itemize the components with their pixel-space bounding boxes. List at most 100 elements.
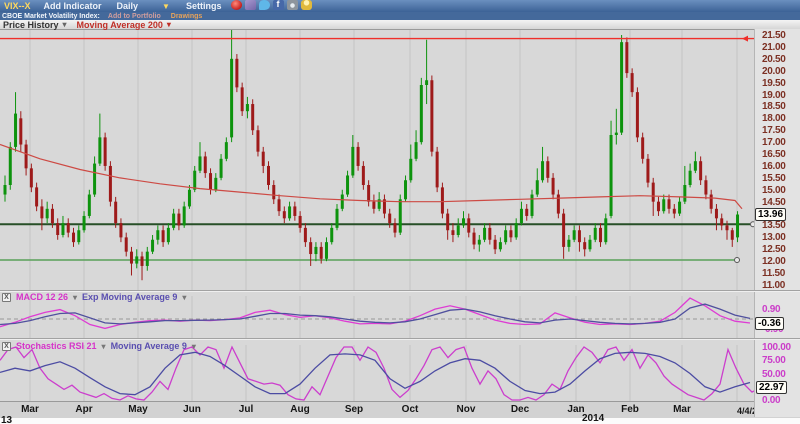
stoch-series-stochrsi — [0, 347, 756, 400]
price-tick-label: 12.00 — [762, 256, 786, 267]
twitter-bird-icon[interactable] — [259, 0, 270, 10]
drawings-link[interactable]: Drawings — [171, 13, 203, 20]
chevron-down-icon[interactable]: ▼ — [162, 2, 170, 11]
purple-box-icon[interactable] — [245, 0, 256, 10]
candle-body — [135, 256, 138, 263]
chevron-down-icon[interactable]: ▾ — [192, 342, 196, 351]
candle-body — [267, 166, 270, 185]
price-tick-label: 16.00 — [762, 161, 786, 172]
macd-overlay-dropdown[interactable]: Exp Moving Average 9 — [82, 292, 177, 302]
period-dropdown[interactable]: Daily — [117, 1, 139, 11]
price-tick-label: 20.00 — [762, 66, 786, 77]
candle-body — [341, 195, 344, 209]
candle-body — [615, 133, 618, 135]
macd-panel-header: X MACD 12 26 ▾ Exp Moving Average 9 ▾ — [2, 292, 186, 302]
month-label: Oct — [402, 404, 419, 415]
candle-body — [25, 145, 28, 169]
candle-body — [141, 256, 144, 266]
candle-body — [668, 199, 671, 209]
candle-body — [209, 173, 212, 190]
candle-body — [77, 230, 80, 242]
lower-support-line-handle[interactable] — [735, 257, 740, 262]
candle-body — [162, 230, 165, 242]
price-tick-label: 15.00 — [762, 185, 786, 196]
candle-body — [710, 195, 713, 209]
month-label: Dec — [511, 404, 529, 415]
chevron-down-icon[interactable]: ▾ — [63, 20, 67, 29]
macd-value-box: -0.36 — [755, 317, 784, 330]
candle-body — [98, 137, 101, 163]
candle-body — [4, 185, 7, 195]
facebook-icon[interactable] — [273, 0, 284, 10]
price-tick-label: 17.50 — [762, 125, 786, 136]
chevron-down-icon[interactable]: ▾ — [167, 20, 171, 29]
panel-divider[interactable] — [0, 338, 800, 340]
stoch-value-box: 22.97 — [756, 381, 787, 394]
month-label: Aug — [290, 404, 309, 415]
price-tick-label: 16.50 — [762, 149, 786, 160]
person-icon[interactable] — [301, 0, 312, 10]
macd-label-dropdown[interactable]: MACD 12 26 — [16, 292, 68, 302]
candle-body — [156, 230, 159, 240]
month-label: Apr — [75, 404, 92, 415]
share-icons-row — [231, 0, 315, 12]
price-history-dropdown[interactable]: Price History — [3, 20, 59, 30]
candle-body — [641, 137, 644, 158]
candle-body — [146, 252, 149, 266]
candle-body — [488, 228, 491, 240]
stoch-overlay-dropdown[interactable]: Moving Average 9 — [111, 341, 187, 351]
candle-body — [177, 214, 180, 226]
chevron-down-icon[interactable]: ▾ — [182, 293, 186, 302]
candle-body — [636, 92, 639, 137]
candle-body — [462, 218, 465, 225]
candle-body — [336, 209, 339, 228]
candle-body — [425, 80, 428, 85]
candle-body — [552, 178, 555, 195]
symbol-description: CBOE Market Volatility Index: — [2, 13, 100, 20]
camera-icon[interactable] — [287, 0, 298, 10]
candle-body — [546, 161, 549, 178]
candle-body — [220, 159, 223, 178]
chevron-down-icon[interactable]: ▾ — [102, 342, 106, 351]
stoch-tick-label: 100.00 — [762, 342, 791, 353]
candle-body — [241, 87, 244, 111]
candle-body — [188, 190, 191, 207]
stochastics-panel — [0, 345, 756, 401]
candle-body — [235, 59, 238, 88]
candle-body — [499, 242, 502, 249]
candle-body — [699, 161, 702, 180]
candle-body — [478, 240, 481, 245]
candle-body — [673, 209, 676, 214]
symbol-ticker[interactable]: VIX--X — [4, 1, 31, 11]
candle-body — [72, 233, 75, 243]
chevron-down-icon[interactable]: ▾ — [73, 293, 77, 302]
candle-body — [125, 237, 128, 251]
candle-body — [494, 240, 497, 250]
settings-button[interactable]: Settings — [186, 1, 222, 11]
stochastics-panel-header: X Stochastics RSI 21 ▾ Moving Average 9 … — [2, 341, 196, 351]
candle-body — [325, 242, 328, 259]
candle-body — [594, 228, 597, 240]
price-tick-label: 11.50 — [762, 268, 785, 279]
close-icon[interactable]: X — [2, 293, 11, 302]
candle-body — [109, 166, 112, 202]
candle-body — [256, 130, 259, 151]
candle-body — [399, 199, 402, 232]
month-label: Mar — [673, 404, 691, 415]
add-indicator-button[interactable]: Add Indicator — [44, 1, 102, 11]
red-badge-icon[interactable] — [231, 0, 242, 10]
candle-body — [246, 104, 249, 111]
moving-average-200-dropdown[interactable]: Moving Average 200 — [77, 20, 163, 30]
candle-body — [51, 209, 54, 223]
candle-body — [230, 59, 233, 138]
candle-body — [56, 223, 59, 235]
candle-body — [725, 225, 728, 230]
candle-body — [309, 242, 312, 254]
candle-body — [483, 228, 486, 240]
close-icon[interactable]: X — [2, 342, 11, 351]
candle-body — [393, 223, 396, 233]
candle-body — [88, 195, 91, 216]
stochastics-label-dropdown[interactable]: Stochastics RSI 21 — [16, 341, 97, 351]
add-to-portfolio-link[interactable]: Add to Portfolio — [108, 13, 161, 20]
candle-body — [93, 164, 96, 195]
